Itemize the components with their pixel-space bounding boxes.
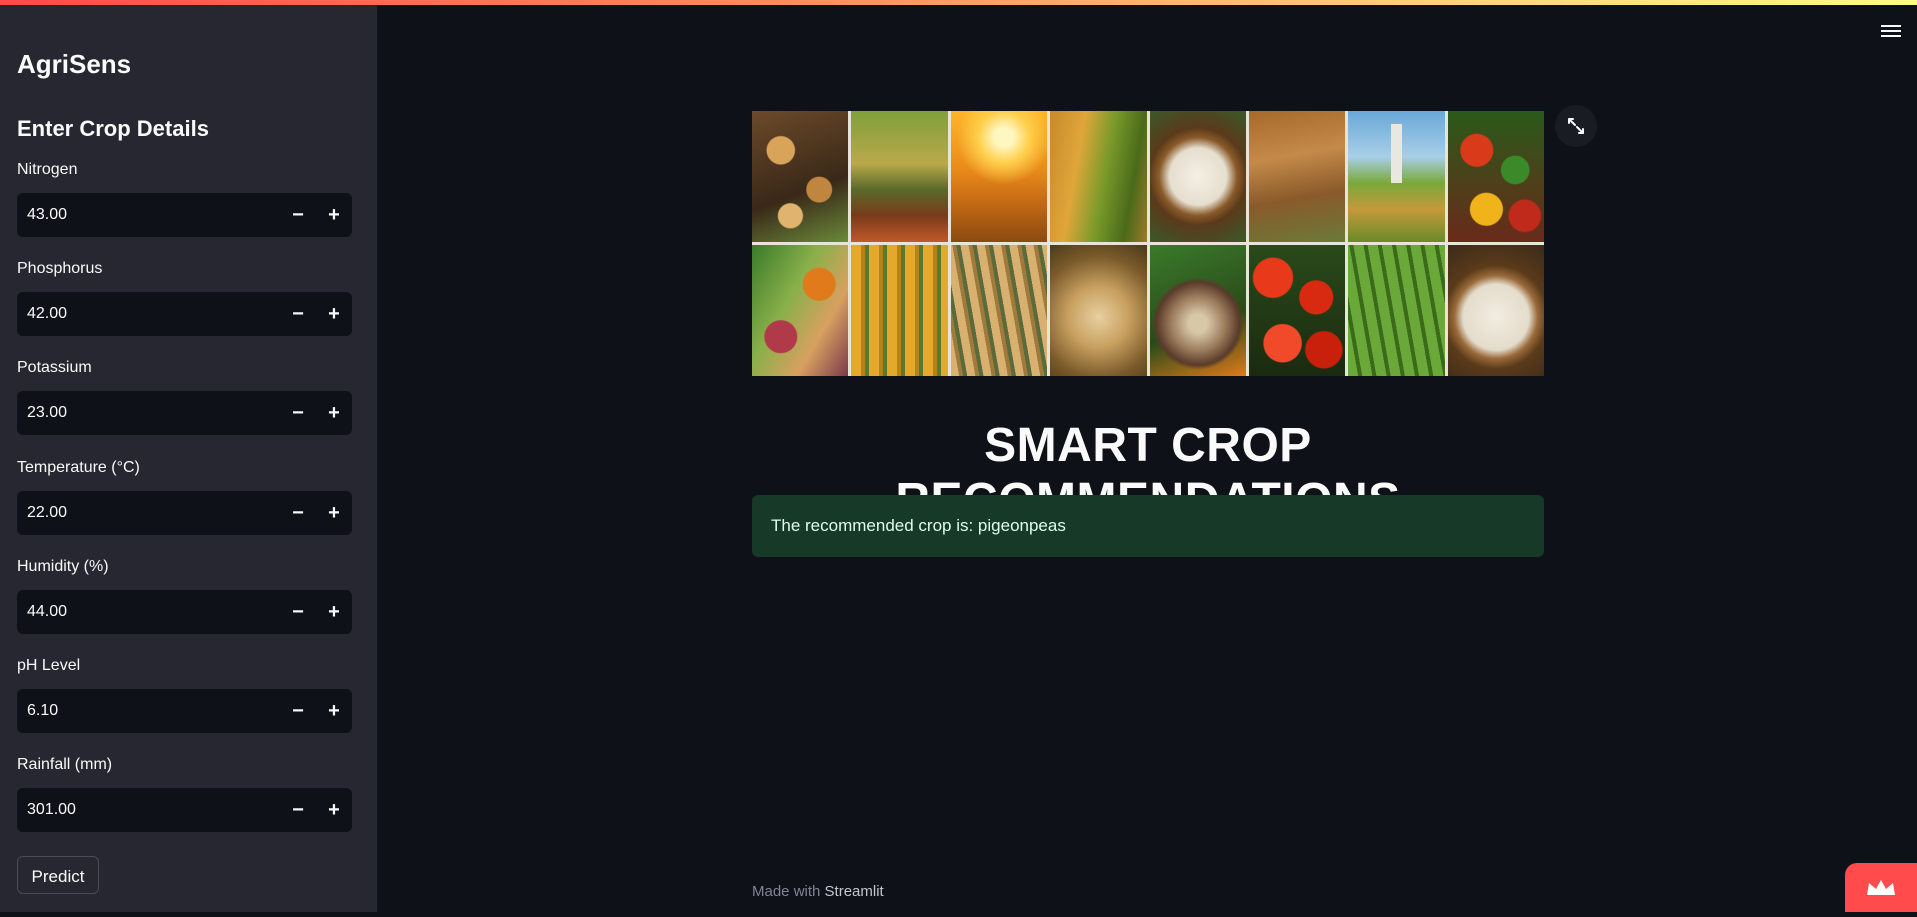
temperature-decrement-button[interactable]: − — [280, 491, 316, 535]
humidity-input[interactable]: 44.00 − + — [17, 590, 352, 634]
potassium-input[interactable]: 23.00 − + — [17, 391, 352, 435]
collage-tile-corn — [851, 245, 948, 376]
collage-tile-potatoes — [752, 111, 849, 242]
collage-tile-tomatoes — [1248, 245, 1346, 376]
crop-collage-image — [752, 111, 1544, 376]
phosphorus-input[interactable]: 42.00 − + — [17, 292, 352, 336]
ph-label: pH Level — [17, 657, 81, 674]
footer-brand-link[interactable]: Streamlit — [825, 883, 884, 900]
collage-tile-nuts-bowl — [1149, 245, 1246, 376]
app-title: AgriSens — [17, 49, 132, 79]
potassium-decrement-button[interactable]: − — [280, 391, 316, 435]
nitrogen-value[interactable]: 43.00 — [27, 193, 67, 237]
rainfall-decrement-button[interactable]: − — [280, 788, 316, 832]
collage-tile-grain-pile — [1050, 245, 1147, 376]
temperature-input[interactable]: 22.00 − + — [17, 491, 352, 535]
potassium-value[interactable]: 23.00 — [27, 391, 67, 435]
hamburger-menu-icon[interactable] — [1881, 22, 1901, 38]
collage-tile-wheat-ears — [950, 245, 1048, 376]
potassium-field: Potassium 23.00 − + — [17, 359, 352, 435]
collage-tile-peppers — [1447, 111, 1544, 242]
humidity-label: Humidity (%) — [17, 558, 109, 575]
temperature-field: Temperature (°C) 22.00 − + — [17, 459, 352, 535]
humidity-decrement-button[interactable]: − — [280, 590, 316, 634]
collage-tile-sunset-wheat — [950, 111, 1048, 242]
ph-input[interactable]: 6.10 − + — [17, 689, 352, 733]
success-alert: The recommended crop is: pigeonpeas — [752, 495, 1544, 557]
potassium-increment-button[interactable]: + — [316, 391, 352, 435]
streamlit-crown-icon[interactable] — [1845, 863, 1917, 912]
temperature-label: Temperature (°C) — [17, 459, 140, 476]
collage-tile-flour-basket — [1149, 111, 1246, 242]
rainfall-field: Rainfall (mm) 301.00 − + — [17, 756, 352, 832]
phosphorus-value[interactable]: 42.00 — [27, 292, 67, 336]
collage-tile-lighthouse-field — [1348, 111, 1445, 242]
humidity-increment-button[interactable]: + — [316, 590, 352, 634]
nitrogen-field: Nitrogen 43.00 − + — [17, 161, 352, 237]
phosphorus-field: Phosphorus 42.00 − + — [17, 260, 352, 336]
fullscreen-expand-icon[interactable] — [1555, 105, 1597, 147]
nitrogen-input[interactable]: 43.00 − + — [17, 193, 352, 237]
footer: Made with Streamlit — [752, 883, 884, 900]
ph-field: pH Level 6.10 − + — [17, 657, 352, 733]
rainfall-input[interactable]: 301.00 − + — [17, 788, 352, 832]
temperature-increment-button[interactable]: + — [316, 491, 352, 535]
predict-button[interactable]: Predict — [17, 856, 99, 894]
ph-increment-button[interactable]: + — [316, 689, 352, 733]
humidity-field: Humidity (%) 44.00 − + — [17, 558, 352, 634]
ph-value[interactable]: 6.10 — [27, 689, 58, 733]
nitrogen-label: Nitrogen — [17, 161, 78, 178]
rainfall-value[interactable]: 301.00 — [27, 788, 76, 832]
collage-tile-flour-bowl — [1447, 245, 1544, 376]
nitrogen-decrement-button[interactable]: − — [280, 193, 316, 237]
sidebar: AgriSens Enter Crop Details Nitrogen 43.… — [0, 5, 377, 912]
temperature-value[interactable]: 22.00 — [27, 491, 67, 535]
collage-tile-millet — [1248, 111, 1346, 242]
nitrogen-increment-button[interactable]: + — [316, 193, 352, 237]
rainfall-increment-button[interactable]: + — [316, 788, 352, 832]
phosphorus-label: Phosphorus — [17, 260, 103, 277]
result-message: The recommended crop is: pigeonpeas — [771, 516, 1066, 535]
phosphorus-increment-button[interactable]: + — [316, 292, 352, 336]
phosphorus-decrement-button[interactable]: − — [280, 292, 316, 336]
collage-tile-field — [851, 111, 948, 242]
collage-tile-vegetables — [752, 245, 849, 376]
humidity-value[interactable]: 44.00 — [27, 590, 67, 634]
collage-tile-grain-stalks — [1050, 111, 1147, 242]
ph-decrement-button[interactable]: − — [280, 689, 316, 733]
potassium-label: Potassium — [17, 359, 92, 376]
collage-tile-beans-potatoes — [1348, 245, 1445, 376]
footer-prefix: Made with — [752, 883, 821, 900]
rainfall-label: Rainfall (mm) — [17, 756, 113, 773]
section-title: Enter Crop Details — [17, 116, 209, 141]
